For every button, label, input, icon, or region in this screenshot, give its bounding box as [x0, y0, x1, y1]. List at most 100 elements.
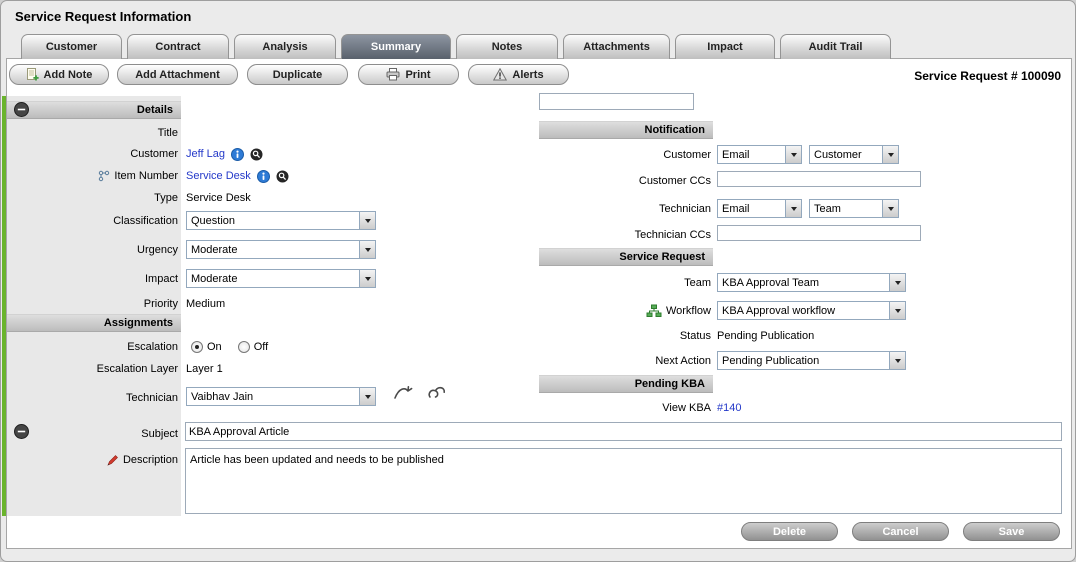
- tab-attachments[interactable]: Attachments: [563, 34, 670, 59]
- escalation-layer-value: Layer 1: [186, 361, 223, 377]
- customer-ccs-label: Customer CCs: [539, 173, 711, 189]
- team-select[interactable]: KBA Approval Team: [717, 273, 906, 292]
- technician-notify-target-select[interactable]: Team: [809, 199, 899, 218]
- add-note-icon: [26, 68, 39, 81]
- view-kba-link[interactable]: #140: [717, 400, 741, 416]
- technician-select[interactable]: Vaibhav Jain: [186, 387, 376, 406]
- notification-customer-label: Customer: [539, 147, 711, 163]
- priority-label: Priority: [7, 296, 178, 312]
- search-icon[interactable]: [250, 148, 263, 161]
- left-accent-bar: [2, 96, 6, 516]
- item-number-link[interactable]: Service Desk: [186, 170, 251, 182]
- dropdown-arrow-icon: [359, 241, 375, 258]
- edit-pencil-icon[interactable]: [106, 454, 119, 467]
- tab-impact[interactable]: Impact: [675, 34, 775, 59]
- escalation-off-label: Off: [254, 341, 268, 354]
- escalation-on-label: On: [207, 341, 222, 354]
- escalate-icon[interactable]: [393, 384, 415, 401]
- workflow-icon[interactable]: [646, 304, 662, 318]
- dropdown-arrow-icon: [359, 270, 375, 287]
- save-button[interactable]: Save: [963, 522, 1060, 541]
- classification-select[interactable]: Question: [186, 211, 376, 230]
- print-button[interactable]: Print: [358, 64, 459, 85]
- top-right-input[interactable]: [539, 93, 694, 110]
- service-request-window: Service Request Information Customer Con…: [0, 0, 1076, 562]
- technician-ccs-label: Technician CCs: [539, 227, 711, 243]
- technician-ccs-input[interactable]: [717, 225, 921, 241]
- technician-notify-method-select[interactable]: Email: [717, 199, 802, 218]
- duplicate-button[interactable]: Duplicate: [247, 64, 348, 85]
- item-number-label-text: Item Number: [114, 168, 178, 184]
- team-label: Team: [539, 275, 711, 291]
- notification-section-header: Notification: [539, 121, 713, 139]
- customer-notify-target-select[interactable]: Customer: [809, 145, 899, 164]
- workflow-label: Workflow: [539, 303, 711, 319]
- subject-input[interactable]: [185, 422, 1062, 441]
- view-kba-label: View KBA: [539, 400, 711, 416]
- tab-customer[interactable]: Customer: [21, 34, 122, 59]
- dropdown-arrow-icon: [882, 146, 898, 163]
- status-value: Pending Publication: [717, 328, 814, 344]
- customer-label: Customer: [7, 146, 178, 162]
- page-content: Add Note Add Attachment Duplicate Print …: [1, 1, 1075, 561]
- dropdown-arrow-icon: [889, 302, 905, 319]
- add-attachment-label: Add Attachment: [135, 69, 220, 81]
- escalation-layer-label: Escalation Layer: [7, 361, 178, 377]
- escalation-radio-group: On Off: [191, 339, 268, 355]
- title-label: Title: [7, 125, 178, 141]
- pending-kba-section-header: Pending KBA: [539, 375, 713, 393]
- type-label: Type: [7, 190, 178, 206]
- tab-audit-trail[interactable]: Audit Trail: [780, 34, 891, 59]
- cancel-button[interactable]: Cancel: [852, 522, 949, 541]
- type-value: Service Desk: [186, 190, 251, 206]
- info-icon[interactable]: [257, 170, 270, 183]
- tab-contract[interactable]: Contract: [127, 34, 229, 59]
- search-icon[interactable]: [276, 170, 289, 183]
- reassign-icon[interactable]: [427, 384, 448, 401]
- assignments-section-header: Assignments: [7, 314, 181, 332]
- dropdown-arrow-icon: [359, 212, 375, 229]
- tab-analysis[interactable]: Analysis: [234, 34, 336, 59]
- tab-notes[interactable]: Notes: [456, 34, 558, 59]
- alert-triangle-icon: [493, 68, 507, 81]
- service-request-section-header: Service Request: [539, 248, 713, 266]
- alerts-button[interactable]: Alerts: [468, 64, 569, 85]
- escalation-on-radio[interactable]: [191, 341, 203, 353]
- item-relationship-icon: [98, 170, 110, 182]
- notification-technician-label: Technician: [539, 201, 711, 217]
- urgency-select[interactable]: Moderate: [186, 240, 376, 259]
- impact-select[interactable]: Moderate: [186, 269, 376, 288]
- info-icon[interactable]: [231, 148, 244, 161]
- customer-link[interactable]: Jeff Lag: [186, 148, 225, 160]
- customer-notify-method-select[interactable]: Email: [717, 145, 802, 164]
- classification-label: Classification: [7, 213, 178, 229]
- workflow-label-text: Workflow: [666, 303, 711, 319]
- technician-actions: [393, 384, 448, 400]
- workflow-select[interactable]: KBA Approval workflow: [717, 301, 906, 320]
- escalation-off-radio[interactable]: [238, 341, 250, 353]
- next-action-select[interactable]: Pending Publication: [717, 351, 906, 370]
- description-textarea[interactable]: Article has been updated and needs to be…: [185, 448, 1062, 514]
- description-label: Description: [7, 452, 178, 468]
- alerts-label: Alerts: [512, 69, 543, 81]
- dropdown-arrow-icon: [889, 274, 905, 291]
- customer-ccs-input[interactable]: [717, 171, 921, 187]
- subject-label: Subject: [7, 426, 178, 442]
- dropdown-arrow-icon: [889, 352, 905, 369]
- impact-label: Impact: [7, 271, 178, 287]
- add-attachment-button[interactable]: Add Attachment: [117, 64, 238, 85]
- status-label: Status: [539, 328, 711, 344]
- dropdown-arrow-icon: [785, 146, 801, 163]
- item-number-value-row: Service Desk: [186, 168, 289, 184]
- description-label-text: Description: [123, 452, 178, 468]
- delete-button[interactable]: Delete: [741, 522, 838, 541]
- print-label: Print: [405, 69, 430, 81]
- item-number-label: Item Number: [7, 168, 178, 184]
- urgency-label: Urgency: [7, 242, 178, 258]
- next-action-label: Next Action: [539, 353, 711, 369]
- collapse-details-icon[interactable]: [14, 102, 29, 117]
- customer-value-row: Jeff Lag: [186, 146, 263, 162]
- duplicate-label: Duplicate: [273, 69, 323, 81]
- add-note-button[interactable]: Add Note: [9, 64, 109, 85]
- tab-summary[interactable]: Summary: [341, 34, 451, 59]
